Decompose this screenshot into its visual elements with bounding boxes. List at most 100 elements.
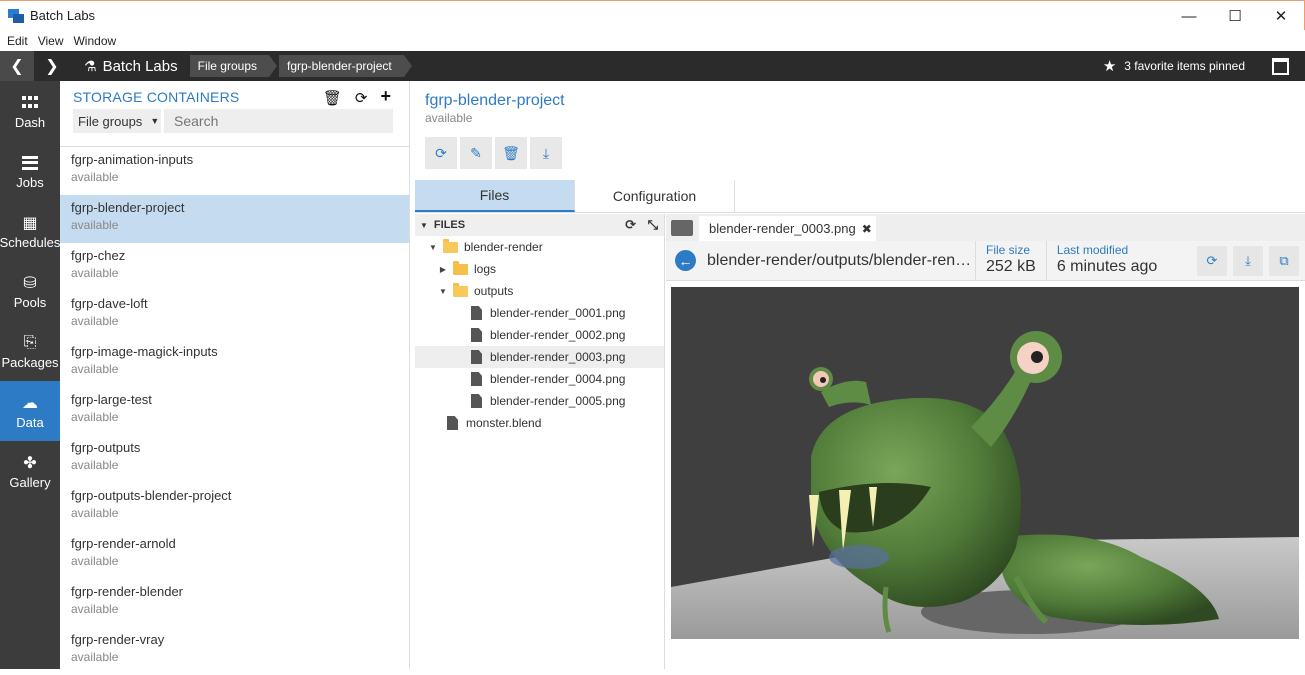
maximize-button[interactable]: ☐	[1212, 1, 1258, 31]
close-tab-icon[interactable]: ✖	[862, 222, 872, 236]
list-item[interactable]: fgrp-image-magick-inputs available	[60, 339, 409, 387]
collapse-triangle-icon: ▼	[420, 220, 428, 230]
sidebar-item-gallery[interactable]: ✤ Gallery	[0, 441, 60, 501]
download-file-button[interactable]: ⤓	[1233, 246, 1263, 276]
folder-open-icon	[443, 238, 458, 253]
collapsed-arrow-icon: ▶	[439, 264, 447, 274]
sidebar-item-data[interactable]: ☁ Data	[0, 381, 60, 441]
edit-button[interactable]: ✎	[460, 137, 492, 169]
sidebar-item-pools[interactable]: ⛁ Pools	[0, 261, 60, 321]
delete-button[interactable]: 🗑	[495, 137, 527, 169]
caret-down-icon: ▼	[150, 116, 160, 126]
file-icon	[471, 372, 482, 386]
sidebar-item-packages[interactable]: ⎘ Packages	[0, 321, 60, 381]
tree-node-file[interactable]: blender-render_0005.png	[415, 390, 664, 412]
refresh-icon: ⟳	[1206, 253, 1218, 268]
gallery-icon: ✤	[23, 454, 37, 472]
title-bar: Batch Labs — ☐ ✕	[0, 0, 1305, 30]
menu-edit[interactable]: Edit	[7, 34, 28, 48]
list-item[interactable]: fgrp-chez available	[60, 243, 409, 291]
tree-node-label: outputs	[474, 284, 514, 298]
image-preview	[671, 287, 1299, 639]
sidebar-item-label: Gallery	[9, 474, 51, 490]
list-item[interactable]: fgrp-render-vray available	[60, 627, 409, 675]
file-tree-header[interactable]: ▼ FILES ⟳ ⤡	[415, 214, 664, 236]
tree-node-folder[interactable]: ▼ blender-render	[415, 236, 664, 258]
sidebar-item-dash[interactable]: Dash	[0, 81, 60, 141]
sidebar-item-label: Packages	[1, 354, 59, 370]
item-name: fgrp-image-magick-inputs	[71, 344, 218, 359]
viewer-tabs: blender-render_0003.png ✖	[666, 214, 1305, 241]
close-button[interactable]: ✕	[1258, 1, 1304, 31]
notifications-calendar-icon[interactable]	[1272, 58, 1289, 75]
tree-node-file[interactable]: blender-render_0001.png	[415, 302, 664, 324]
container-type-select[interactable]: File groups ▼	[73, 109, 161, 133]
delete-icon[interactable]: 🗑	[323, 89, 342, 107]
pinned-favorites[interactable]: ★ 3 favorite items pinned	[1103, 57, 1245, 75]
sidebar-item-schedules[interactable]: ▦ Schedules	[0, 201, 60, 261]
minimize-button[interactable]: —	[1166, 1, 1212, 31]
refresh-icon[interactable]: ⟳	[355, 89, 368, 107]
page-title: fgrp-blender-project	[425, 92, 565, 109]
dashboard-icon	[22, 93, 38, 113]
collapse-all-icon[interactable]: ⤡	[648, 217, 658, 232]
tree-node-folder[interactable]: ▼ outputs	[415, 280, 664, 302]
sidebar-item-label: Dash	[14, 114, 46, 130]
sidebar-item-jobs[interactable]: Jobs	[0, 141, 60, 201]
storage-containers-panel: STORAGE CONTAINERS 🗑 ⟳ + File groups ▼ f…	[60, 81, 410, 669]
menu-view[interactable]: View	[38, 34, 64, 48]
tree-node-file[interactable]: blender-render_0003.png	[415, 346, 664, 368]
open-external-button[interactable]: ⧉	[1269, 246, 1299, 276]
breadcrumb-file-groups[interactable]: File groups	[189, 55, 278, 77]
refresh-file-button[interactable]: ⟳	[1197, 246, 1227, 276]
back-button[interactable]: ❮	[0, 51, 34, 81]
tree-node-file[interactable]: blender-render_0004.png	[415, 368, 664, 390]
list-item[interactable]: fgrp-animation-inputs available	[60, 147, 409, 195]
list-item[interactable]: fgrp-render-arnold available	[60, 531, 409, 579]
list-item[interactable]: fgrp-large-test available	[60, 387, 409, 435]
search-input[interactable]	[164, 109, 393, 133]
item-status: available	[71, 458, 119, 472]
breadcrumb-current[interactable]: fgrp-blender-project	[279, 55, 412, 77]
file-icon	[471, 350, 482, 364]
item-status: available	[71, 218, 119, 232]
tree-node-folder[interactable]: ▶ logs	[415, 258, 664, 280]
sidebar: Dash Jobs ▦ Schedules ⛁ Pools ⎘ Packages…	[0, 81, 60, 669]
tree-node-file[interactable]: monster.blend	[415, 412, 664, 434]
item-status: available	[71, 362, 119, 376]
tree-node-label: blender-render_0003.png	[490, 350, 626, 364]
tab-files[interactable]: Files	[415, 180, 575, 212]
last-modified-block: Last modified 6 minutes ago	[1045, 240, 1168, 281]
item-name: fgrp-blender-project	[71, 200, 185, 215]
tab-label: blender-render_0003.png	[709, 221, 856, 236]
item-status: available	[71, 554, 119, 568]
list-item[interactable]: fgrp-render-blender available	[60, 579, 409, 627]
folder-icon[interactable]	[671, 220, 693, 236]
container-type-value: File groups	[78, 113, 143, 129]
flask-icon: ⚗	[84, 57, 97, 74]
back-arrow-icon[interactable]: ←	[675, 250, 696, 271]
forward-button[interactable]: ❯	[34, 51, 70, 81]
list-item[interactable]: fgrp-outputs available	[60, 435, 409, 483]
menu-window[interactable]: Window	[73, 34, 116, 48]
tree-node-label: blender-render_0002.png	[490, 328, 626, 342]
list-item[interactable]: fgrp-outputs-blender-project available	[60, 483, 409, 531]
window-title: Batch Labs	[30, 8, 96, 23]
details-tabs: Files Configuration	[415, 180, 1305, 213]
tree-node-label: logs	[474, 262, 497, 276]
file-tree-title: FILES	[433, 219, 466, 231]
tree-node-file[interactable]: blender-render_0002.png	[415, 324, 664, 346]
refresh-button[interactable]: ⟳	[425, 137, 457, 169]
list-item[interactable]: fgrp-dave-loft available	[60, 291, 409, 339]
file-size-block: File size 252 kB	[975, 240, 1046, 281]
item-name: fgrp-outputs	[71, 440, 141, 455]
brand[interactable]: ⚗ Batch Labs	[84, 58, 178, 75]
file-size-label: File size	[986, 242, 1031, 257]
refresh-icon[interactable]: ⟳	[625, 217, 636, 232]
refresh-icon: ⟳	[435, 144, 447, 161]
list-item[interactable]: fgrp-blender-project available	[60, 195, 409, 243]
download-button[interactable]: ⤓	[530, 137, 562, 169]
add-icon[interactable]: +	[380, 86, 391, 107]
tab-configuration[interactable]: Configuration	[575, 180, 735, 212]
tab-open-file[interactable]: blender-render_0003.png ✖	[699, 216, 876, 241]
